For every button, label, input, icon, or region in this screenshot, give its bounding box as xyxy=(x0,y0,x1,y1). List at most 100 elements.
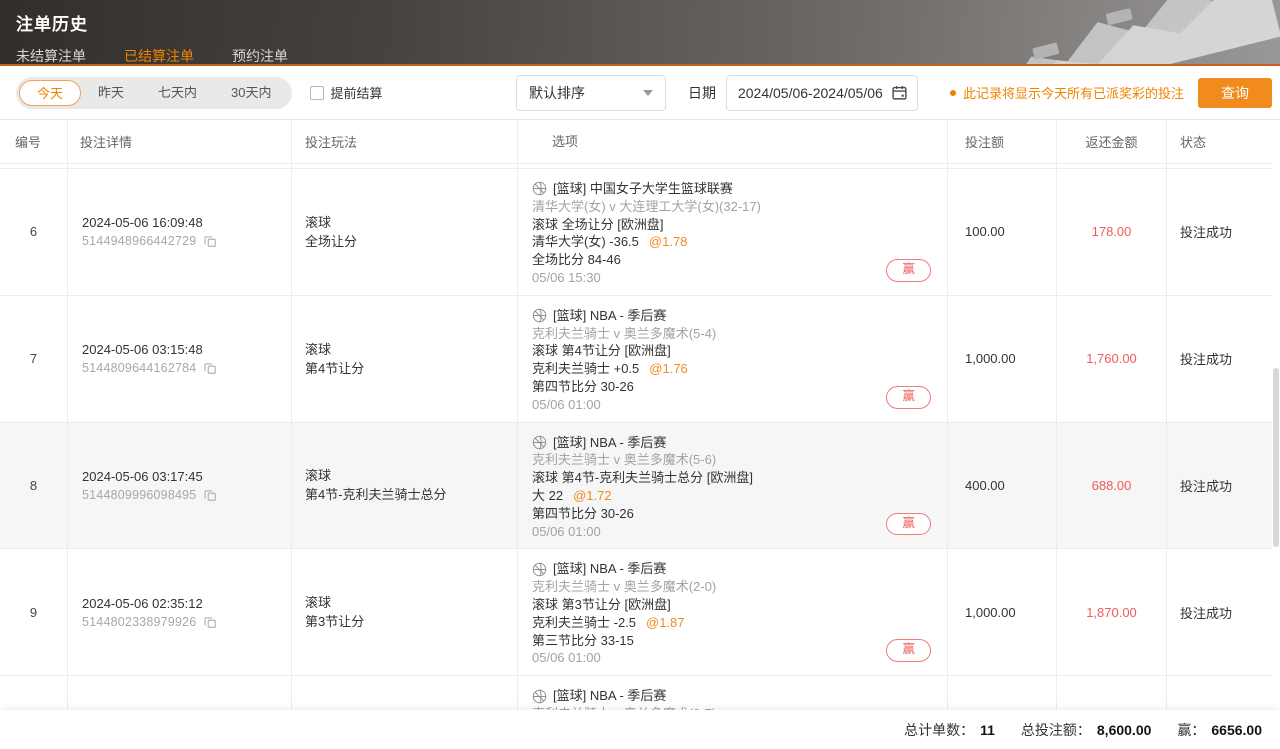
play-detail: 全场让分 xyxy=(305,232,517,251)
status-cell: 投注成功 xyxy=(1167,549,1272,675)
col-header-options: 选项 xyxy=(518,120,948,163)
bet-selection: 清华大学(女) -36.5 xyxy=(532,234,639,249)
total-count-label: 总计单数： xyxy=(904,720,974,740)
table-row: 7 2024-05-06 03:15:48 5144809644162784 滚… xyxy=(0,296,1272,423)
bet-table: 编号 投注详情 投注玩法 选项 投注额 返还金额 状态 6 2024-05-06… xyxy=(0,120,1272,749)
date-range-input[interactable]: 2024/05/06-2024/05/06 xyxy=(726,75,918,111)
options-cell: [篮球] 中国女子大学生篮球联赛 清华大学(女) v 大连理工大学(女)(32-… xyxy=(518,169,948,295)
copy-icon[interactable] xyxy=(203,488,217,502)
play-type-cell: 滚球 第4节让分 xyxy=(292,296,518,422)
col-header-no: 编号 xyxy=(0,120,68,163)
pill-yesterday[interactable]: 昨天 xyxy=(81,80,141,106)
bet-id: 5144809996098495 xyxy=(82,488,196,502)
payout-cell: 688.00 xyxy=(1057,423,1167,549)
total-win-group: 赢： 6656.00 xyxy=(1177,720,1262,740)
date-range-pills: 今天 昨天 七天内 30天内 xyxy=(16,77,292,109)
play-detail: 第3节让分 xyxy=(305,612,517,631)
bet-odds: @1.87 xyxy=(646,615,685,630)
options-cell: [篮球] NBA - 季后赛 克利夫兰骑士 v 奥兰多魔术(2-0) 滚球 第3… xyxy=(518,549,948,675)
total-count-value: 11 xyxy=(980,722,995,738)
date-range-value: 2024/05/06-2024/05/06 xyxy=(738,85,883,101)
stake-cell: 1,000.00 xyxy=(948,296,1057,422)
bet-id: 5144802338979926 xyxy=(82,615,196,629)
pill-30days[interactable]: 30天内 xyxy=(214,80,288,106)
basketball-icon xyxy=(532,689,547,704)
bet-time: 2024-05-06 02:35:12 xyxy=(82,596,291,611)
col-header-play: 投注玩法 xyxy=(292,120,518,163)
bet-time: 2024-05-06 16:09:48 xyxy=(82,215,291,230)
bet-selection: 克利夫兰骑士 -2.5 xyxy=(532,615,636,630)
bet-time: 2024-05-06 03:15:48 xyxy=(82,342,291,357)
bet-detail-cell: 2024-05-06 03:17:45 5144809996098495 xyxy=(68,423,292,549)
stake-cell: 100.00 xyxy=(948,169,1057,295)
search-button[interactable]: 查询 xyxy=(1198,78,1272,108)
row-number: 7 xyxy=(0,296,68,422)
match-teams: 清华大学(女) v 大连理工大学(女)(32-17) xyxy=(532,198,933,216)
play-type-cell: 滚球 全场让分 xyxy=(292,169,518,295)
bet-detail-cell: 2024-05-06 16:09:48 5144948966442729 xyxy=(68,169,292,295)
result-badge: 赢 xyxy=(886,259,931,282)
basketball-icon xyxy=(532,435,547,450)
match-time: 05/06 01:00 xyxy=(532,396,933,414)
play-type: 滚球 xyxy=(305,340,517,359)
col-header-stake: 投注额 xyxy=(948,120,1057,163)
league-name: [篮球] 中国女子大学生篮球联赛 xyxy=(553,180,733,198)
table-row: 6 2024-05-06 16:09:48 5144948966442729 滚… xyxy=(0,169,1272,296)
checkbox-box[interactable] xyxy=(310,86,324,100)
totals-bar: 总计单数： 11 总投注额： 8,600.00 赢： 6656.00 xyxy=(0,710,1280,749)
play-type: 滚球 xyxy=(305,213,517,232)
page-title: 注单历史 xyxy=(0,0,1280,35)
league-name: [篮球] NBA - 季后赛 xyxy=(553,687,666,705)
play-type-cell: 滚球 第4节-克利夫兰骑士总分 xyxy=(292,423,518,549)
date-field-label: 日期 xyxy=(688,83,716,103)
row-number: 9 xyxy=(0,549,68,675)
copy-icon[interactable] xyxy=(203,234,217,248)
calendar-icon[interactable] xyxy=(891,84,908,101)
match-score: 第三节比分 33-15 xyxy=(532,632,933,650)
total-stake-group: 总投注额： 8,600.00 xyxy=(1021,720,1152,740)
col-header-detail: 投注详情 xyxy=(68,120,292,163)
bet-detail-cell: 2024-05-06 03:15:48 5144809644162784 xyxy=(68,296,292,422)
payout-notice: 此记录将显示今天所有已派奖彩的投注 xyxy=(950,83,1184,102)
bet-selection: 克利夫兰骑士 +0.5 xyxy=(532,361,639,376)
league-name: [篮球] NBA - 季后赛 xyxy=(553,434,666,452)
payout-cell: 178.00 xyxy=(1057,169,1167,295)
match-teams: 克利夫兰骑士 v 奥兰多魔术(5-6) xyxy=(532,451,933,469)
play-type: 滚球 xyxy=(305,466,517,485)
match-teams: 克利夫兰骑士 v 奥兰多魔术(5-4) xyxy=(532,325,933,343)
bet-odds: @1.72 xyxy=(573,488,612,503)
league-name: [篮球] NBA - 季后赛 xyxy=(553,560,666,578)
bet-id: 5144948966442729 xyxy=(82,234,196,248)
bet-history-page: 注单历史 未结算注单 已结算注单 预约注单 今天 昨天 七天内 30天内 提前结… xyxy=(0,0,1280,749)
chevron-down-icon xyxy=(643,90,653,96)
table-body: 6 2024-05-06 16:09:48 5144948966442729 滚… xyxy=(0,169,1272,749)
pill-7days[interactable]: 七天内 xyxy=(141,80,214,106)
total-stake-label: 总投注额： xyxy=(1021,720,1091,740)
early-settle-checkbox[interactable]: 提前结算 xyxy=(310,83,383,102)
tab-settled[interactable]: 已结算注单 xyxy=(124,46,194,66)
notice-dot-icon xyxy=(950,90,956,96)
scrollbar-thumb[interactable] xyxy=(1273,368,1279,547)
play-type: 滚球 xyxy=(305,593,517,612)
basketball-icon xyxy=(532,181,547,196)
copy-icon[interactable] xyxy=(203,361,217,375)
bet-detail-cell: 2024-05-06 02:35:12 5144802338979926 xyxy=(68,549,292,675)
league-name: [篮球] NBA - 季后赛 xyxy=(553,307,666,325)
play-type-cell: 滚球 第3节让分 xyxy=(292,549,518,675)
result-badge: 赢 xyxy=(886,513,931,536)
match-teams: 克利夫兰骑士 v 奥兰多魔术(2-0) xyxy=(532,578,933,596)
tab-reserved[interactable]: 预约注单 xyxy=(232,46,288,66)
sort-select[interactable]: 默认排序 xyxy=(516,75,666,111)
status-cell: 投注成功 xyxy=(1167,423,1272,549)
total-win-value: 6656.00 xyxy=(1211,722,1262,738)
table-row: 8 2024-05-06 03:17:45 5144809996098495 滚… xyxy=(0,423,1272,550)
copy-icon[interactable] xyxy=(203,615,217,629)
match-time: 05/06 15:30 xyxy=(532,269,933,287)
tab-unsettled[interactable]: 未结算注单 xyxy=(16,46,86,66)
bet-market: 滚球 第3节让分 [欧洲盘] xyxy=(532,596,933,614)
play-detail: 第4节-克利夫兰骑士总分 xyxy=(305,485,517,504)
pill-today[interactable]: 今天 xyxy=(19,80,81,106)
scrollbar-track[interactable] xyxy=(1272,122,1280,710)
bet-market: 滚球 第4节让分 [欧洲盘] xyxy=(532,342,933,360)
bet-time: 2024-05-06 03:17:45 xyxy=(82,469,291,484)
